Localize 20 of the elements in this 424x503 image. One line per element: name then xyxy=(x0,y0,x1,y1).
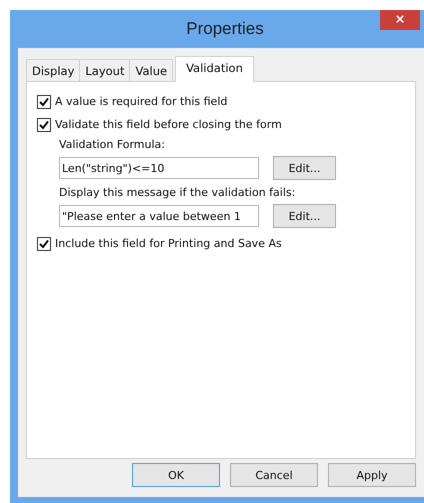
dialog-button[interactable]: OK xyxy=(132,463,220,487)
input-field[interactable]: "Please enter a value between 1 xyxy=(59,205,259,227)
tab[interactable]: Value xyxy=(129,59,174,81)
dialog-button[interactable]: Apply xyxy=(328,463,416,487)
checkbox-label: Include this field for Printing and Save As xyxy=(55,237,282,250)
tab[interactable]: Validation xyxy=(175,56,254,82)
checkbox-label: A value is required for this field xyxy=(55,95,228,108)
field-label: Validation Formula: xyxy=(59,138,166,151)
edit-button[interactable]: Edit... xyxy=(273,204,336,228)
window-title: Properties xyxy=(186,19,264,39)
close-button[interactable]: × xyxy=(380,10,420,30)
tab[interactable]: Display xyxy=(26,59,80,81)
edit-button[interactable]: Edit... xyxy=(273,156,336,180)
checkbox[interactable] xyxy=(37,236,51,250)
field-label: Display this message if the validation fails: xyxy=(59,186,296,199)
checkbox[interactable] xyxy=(37,118,51,132)
input-field[interactable]: Len("string")<=10 xyxy=(59,157,259,179)
checkbox-label: Validate this field before closing the form xyxy=(55,118,282,131)
checkbox[interactable] xyxy=(37,94,51,108)
dialog-button[interactable]: Cancel xyxy=(230,463,318,487)
